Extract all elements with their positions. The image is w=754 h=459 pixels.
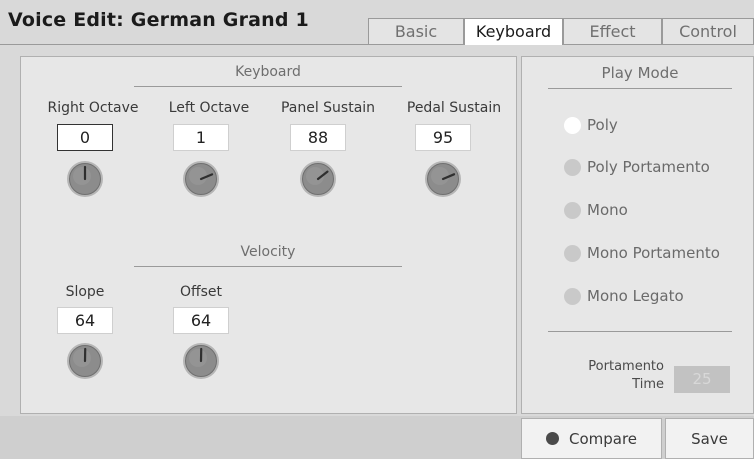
pedal-sustain-knob[interactable] xyxy=(424,160,462,198)
compare-led-icon xyxy=(545,432,559,445)
panel-sustain-knob[interactable] xyxy=(299,160,337,198)
pedal-sustain-value[interactable]: 95 xyxy=(415,124,471,151)
radio-poly[interactable]: Poly xyxy=(564,113,618,137)
left-octave-value[interactable]: 1 xyxy=(173,124,229,151)
portamento-time-label-line2: Time xyxy=(632,377,664,392)
portamento-time-value[interactable]: 25 xyxy=(674,366,730,393)
radio-mono-portamento[interactable]: Mono Portamento xyxy=(564,241,720,265)
left-octave-label: Left Octave xyxy=(168,100,250,116)
radio-mono-legato[interactable]: Mono Legato xyxy=(564,284,684,308)
page-title: Voice Edit: German Grand 1 xyxy=(8,9,309,31)
slope-label: Slope xyxy=(65,284,105,300)
radio-unselected-icon xyxy=(564,201,581,219)
tab-basic[interactable]: Basic xyxy=(368,18,464,44)
velocity-section-divider xyxy=(134,266,402,267)
slope-knob[interactable] xyxy=(66,342,104,380)
keyboard-section-title: Keyboard xyxy=(235,64,301,80)
offset-value[interactable]: 64 xyxy=(173,307,229,334)
panel-sustain-value[interactable]: 88 xyxy=(290,124,346,151)
right-octave-value[interactable]: 0 xyxy=(57,124,113,151)
tab-keyboard[interactable]: Keyboard xyxy=(464,18,563,45)
radio-poly-portamento[interactable]: Poly Portamento xyxy=(564,155,710,179)
offset-knob[interactable] xyxy=(182,342,220,380)
slope-value[interactable]: 64 xyxy=(57,307,113,334)
left-octave-knob[interactable] xyxy=(182,160,220,198)
keyboard-section-divider xyxy=(134,86,402,87)
pedal-sustain-label: Pedal Sustain xyxy=(406,100,502,116)
right-octave-label: Right Octave xyxy=(47,100,139,116)
tab-control[interactable]: Control xyxy=(662,18,754,44)
radio-unselected-icon xyxy=(564,158,581,176)
tab-effect[interactable]: Effect xyxy=(563,18,662,44)
compare-button[interactable]: Compare xyxy=(521,418,662,459)
play-mode-divider-top xyxy=(548,88,732,89)
play-mode-divider-bottom xyxy=(548,331,732,332)
right-octave-knob[interactable] xyxy=(66,160,104,198)
portamento-time-label-line1: Portamento xyxy=(588,359,664,374)
velocity-section-title: Velocity xyxy=(240,244,296,260)
offset-label: Offset xyxy=(179,284,223,300)
radio-unselected-icon xyxy=(564,287,581,305)
radio-unselected-icon xyxy=(564,244,581,262)
radio-selected-icon xyxy=(564,116,581,134)
play-mode-title: Play Mode xyxy=(601,64,679,82)
panel-sustain-label: Panel Sustain xyxy=(280,100,376,116)
radio-mono[interactable]: Mono xyxy=(564,198,628,222)
save-button[interactable]: Save xyxy=(665,418,754,459)
